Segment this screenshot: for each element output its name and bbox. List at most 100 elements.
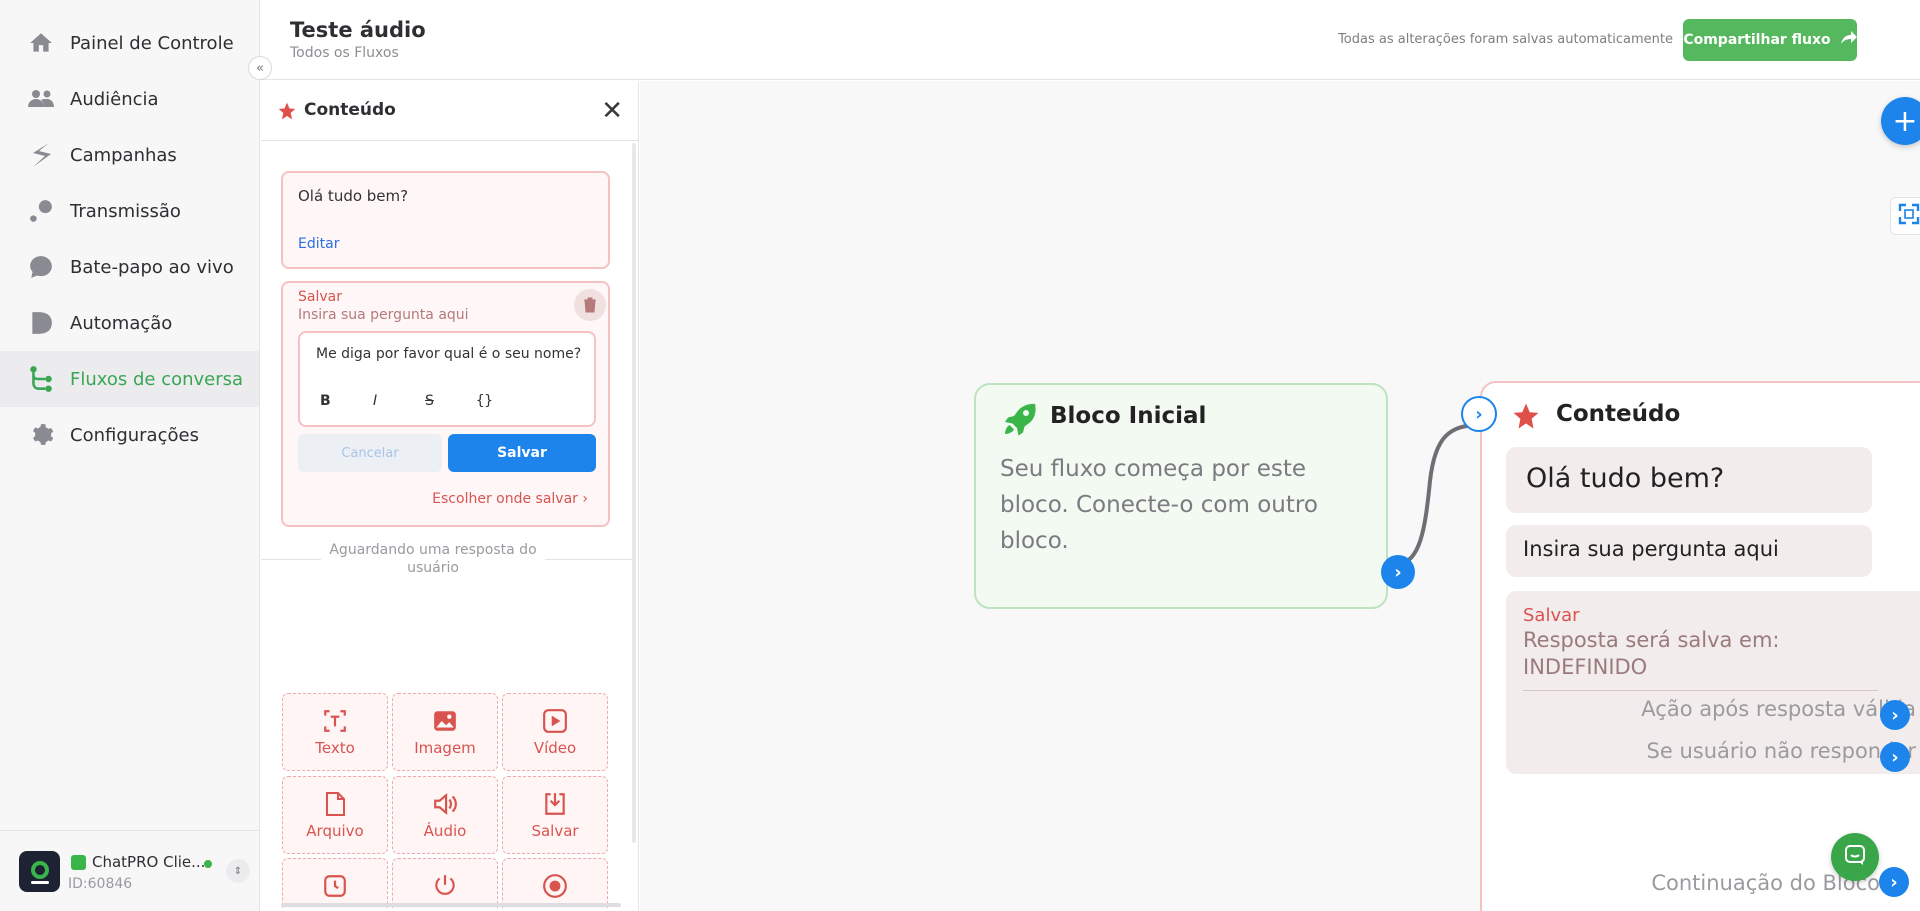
support-chat-button[interactable] bbox=[1831, 833, 1879, 881]
tool-file[interactable]: Arquivo bbox=[282, 776, 388, 854]
tool-text[interactable]: Texto bbox=[282, 693, 388, 771]
sidebar-item-live-chat[interactable]: Bate-papo ao vivo bbox=[0, 239, 259, 295]
sidebar-item-broadcast[interactable]: Transmissão bbox=[0, 183, 259, 239]
chat-bubble-icon bbox=[1843, 843, 1867, 871]
video-icon bbox=[503, 708, 607, 734]
tool-video[interactable]: Vídeo bbox=[502, 693, 608, 771]
audio-icon bbox=[393, 791, 497, 817]
sidebar-item-campaigns[interactable]: Campanhas bbox=[0, 127, 259, 183]
question-input[interactable]: Me diga por favor qual é o seu nome? bbox=[316, 346, 581, 362]
cancel-button[interactable]: Cancelar bbox=[298, 434, 442, 472]
question-editor[interactable]: Me diga por favor qual é o seu nome? B I… bbox=[298, 331, 596, 427]
content-block-input-port[interactable]: › bbox=[1461, 396, 1497, 432]
gear-icon bbox=[26, 420, 56, 450]
close-icon[interactable]: ✕ bbox=[601, 98, 623, 124]
star-icon bbox=[1511, 401, 1541, 435]
tool-audio[interactable]: Áudio bbox=[392, 776, 498, 854]
sidebar-item-flows[interactable]: Fluxos de conversa bbox=[0, 351, 259, 407]
sidebar-item-label: Configurações bbox=[70, 424, 199, 446]
content-block[interactable]: Conteúdo Olá tudo bem? Insira sua pergun… bbox=[1480, 381, 1920, 911]
account-id: ID:60846 bbox=[68, 876, 133, 892]
variable-button[interactable]: {} bbox=[476, 393, 493, 409]
broadcast-icon bbox=[26, 196, 56, 226]
tool-label: Vídeo bbox=[533, 739, 577, 757]
tool-save[interactable]: Salvar bbox=[502, 776, 608, 854]
share-icon bbox=[1840, 31, 1857, 49]
edit-link[interactable]: Editar bbox=[298, 236, 339, 252]
breadcrumb[interactable]: Todos os Fluxos bbox=[290, 45, 399, 61]
no-response-port[interactable]: › bbox=[1880, 742, 1910, 772]
tool-label: Imagem bbox=[414, 739, 476, 757]
sidebar-item-audience[interactable]: Audiência bbox=[0, 71, 259, 127]
online-status-dot bbox=[204, 860, 212, 868]
page-title: Teste áudio bbox=[290, 18, 426, 42]
flow-canvas[interactable]: + Bloco Inicial Seu fluxo começa por est… bbox=[640, 81, 1920, 911]
valid-response-port[interactable]: › bbox=[1880, 700, 1910, 730]
sidebar-item-label: Campanhas bbox=[70, 144, 177, 166]
whatsapp-check-icon bbox=[71, 855, 86, 870]
tool-label: Arquivo bbox=[306, 822, 364, 840]
autosave-status: Todas as alterações foram salvas automat… bbox=[1338, 32, 1673, 47]
chevron-up-down-icon[interactable]: ⇕ bbox=[226, 859, 250, 883]
header: Teste áudio Todos os Fluxos Todas as alt… bbox=[261, 0, 1920, 80]
content-block-save: Salvar Resposta será salva em: INDEFINID… bbox=[1506, 591, 1920, 774]
sidebar-item-label: Painel de Controle bbox=[70, 32, 234, 54]
start-block[interactable]: Bloco Inicial Seu fluxo começa por este … bbox=[974, 383, 1388, 609]
sidebar-item-label: Automação bbox=[70, 312, 173, 334]
collapse-sidebar-button[interactable]: « bbox=[248, 56, 272, 80]
divider bbox=[1523, 690, 1878, 691]
tool-record[interactable] bbox=[502, 858, 608, 908]
italic-button[interactable]: I bbox=[373, 393, 377, 409]
vertical-scrollbar[interactable] bbox=[632, 143, 636, 843]
image-icon bbox=[393, 708, 497, 734]
message-card[interactable]: Olá tudo bem? Editar bbox=[281, 171, 610, 269]
tool-end[interactable] bbox=[392, 858, 498, 908]
account-switcher[interactable]: ChatPRO Clie... ID:60846 ⇕ bbox=[0, 830, 259, 911]
sidebar-item-label: Audiência bbox=[70, 88, 159, 110]
panel-title: Conteúdo bbox=[304, 100, 396, 120]
tool-delay[interactable] bbox=[282, 858, 388, 908]
content-block-question: Insira sua pergunta aqui bbox=[1506, 525, 1872, 577]
bold-button[interactable]: B bbox=[320, 393, 331, 409]
sidebar-item-automation[interactable]: Automação bbox=[0, 295, 259, 351]
share-label: Compartilhar fluxo bbox=[1683, 32, 1831, 48]
rocket-icon bbox=[1002, 401, 1038, 441]
question-placeholder: Insira sua pergunta aqui bbox=[298, 307, 469, 323]
tool-image[interactable]: Imagem bbox=[392, 693, 498, 771]
start-block-description: Seu fluxo começa por este bloco. Conecte… bbox=[1000, 456, 1318, 554]
add-block-button[interactable]: + bbox=[1881, 97, 1920, 145]
choose-save-link[interactable]: Escolher onde salvar › bbox=[432, 491, 588, 507]
horizontal-scrollbar[interactable] bbox=[281, 903, 621, 907]
question-card: Salvar Insira sua pergunta aqui Me diga … bbox=[281, 281, 610, 527]
message-text: Olá tudo bem? bbox=[298, 187, 409, 205]
save-label: Salvar bbox=[1523, 605, 1580, 626]
text-icon bbox=[283, 708, 387, 734]
tool-label: Salvar bbox=[531, 822, 579, 840]
strikethrough-button[interactable]: S bbox=[425, 393, 434, 409]
chat-icon bbox=[26, 252, 56, 282]
valid-response-action: Ação após resposta válida bbox=[1641, 697, 1916, 721]
expand-icon bbox=[1898, 203, 1920, 229]
save-destination: Resposta será salva em: INDEFINIDO bbox=[1523, 628, 1780, 679]
content-block-title: Conteúdo bbox=[1556, 401, 1681, 427]
fit-view-button[interactable] bbox=[1890, 197, 1920, 235]
share-flow-button[interactable]: Compartilhar fluxo bbox=[1683, 19, 1857, 61]
content-block-message: Olá tudo bem? bbox=[1506, 447, 1872, 513]
start-block-output-port[interactable]: › bbox=[1381, 555, 1415, 589]
continuation-port[interactable]: › bbox=[1879, 867, 1909, 897]
choose-save-label: Escolher onde salvar bbox=[432, 491, 578, 507]
avatar bbox=[19, 851, 60, 892]
record-icon bbox=[503, 873, 607, 899]
sidebar: Painel de Controle Audiência Campanhas T… bbox=[0, 0, 260, 911]
sidebar-item-label: Bate-papo ao vivo bbox=[70, 256, 234, 278]
save-button[interactable]: Salvar bbox=[448, 434, 596, 472]
content-panel: Conteúdo ✕ Olá tudo bem? Editar Salvar I… bbox=[261, 81, 639, 911]
sidebar-item-settings[interactable]: Configurações bbox=[0, 407, 259, 463]
tool-label: Texto bbox=[315, 739, 355, 757]
campaign-icon bbox=[26, 140, 56, 170]
sidebar-item-dashboard[interactable]: Painel de Controle bbox=[0, 15, 259, 71]
panel-header: Conteúdo ✕ bbox=[261, 81, 639, 141]
sidebar-item-label: Fluxos de conversa bbox=[70, 368, 244, 390]
no-response-action: Se usuário não responder bbox=[1646, 739, 1916, 763]
trash-icon[interactable] bbox=[574, 289, 606, 321]
